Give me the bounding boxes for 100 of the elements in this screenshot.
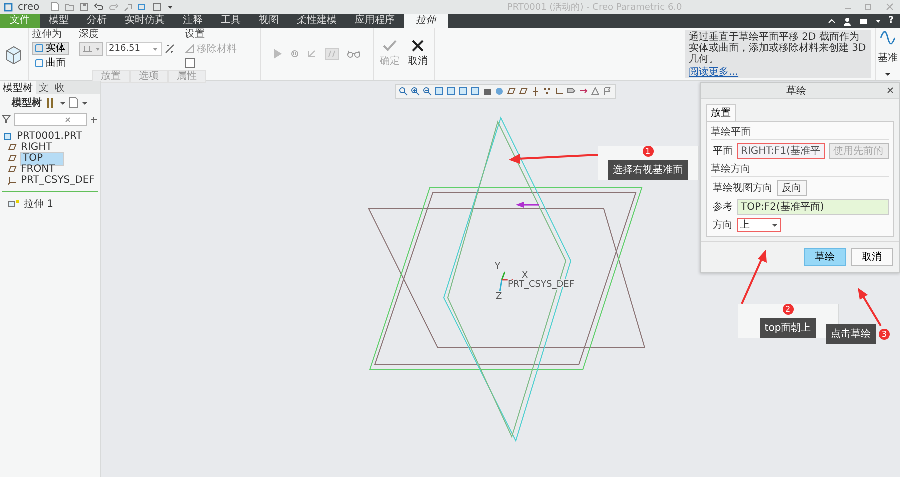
triangle-icon (185, 44, 195, 54)
extrude-type-button[interactable]: 实体 (32, 42, 69, 55)
part-icon (4, 132, 13, 141)
dialog-button[interactable]: 取消 (851, 248, 893, 266)
direction-arrow (516, 202, 539, 208)
person-icon[interactable] (842, 16, 852, 26)
new-file-icon[interactable] (50, 2, 60, 12)
checkbox[interactable] (185, 58, 195, 68)
help-button[interactable]: ? (882, 14, 896, 28)
step-badge: 2 (782, 304, 794, 315)
panel-tab[interactable]: 收 (52, 81, 68, 94)
ribbon-tab[interactable]: 分析 (78, 14, 116, 28)
field-label: 平面 (713, 145, 733, 158)
cube-outline-icon (4, 2, 13, 12)
group-label: 深度 (79, 29, 100, 40)
flip-icon[interactable] (165, 44, 175, 54)
tree-item[interactable]: PRT0001.PRT (16, 131, 84, 142)
tree-item[interactable]: 拉伸 1 (23, 196, 55, 210)
checkmark-icon (383, 40, 397, 52)
windows-icon[interactable] (138, 2, 148, 12)
folder-icon[interactable] (64, 2, 75, 12)
csys-icon (8, 176, 17, 185)
filter-icon[interactable] (2, 115, 11, 124)
caret-icon[interactable] (874, 18, 882, 24)
panel-tab[interactable]: 模型树 (0, 81, 36, 94)
caret-icon[interactable] (60, 100, 66, 106)
depth-option-icon[interactable] (79, 42, 103, 56)
read-more-link[interactable]: 阅读更多... (689, 65, 867, 79)
point-icon[interactable] (543, 87, 552, 96)
monitor-icon[interactable] (858, 16, 868, 26)
ribbon-tab[interactable]: 注释 (174, 14, 212, 28)
ribbon-tab[interactable]: 拉伸 (404, 14, 448, 28)
search-field[interactable] (14, 113, 87, 126)
pause-icon[interactable] (291, 50, 299, 58)
square-icon (35, 59, 44, 68)
collapse-icon[interactable] (828, 17, 836, 25)
depth-field[interactable]: 216.51 (106, 42, 162, 56)
tree-item[interactable]: RIGHT (20, 142, 54, 153)
direction-dropdown[interactable]: 上 (737, 218, 781, 232)
axis-label: X (522, 271, 528, 281)
tree-item[interactable]: PRT_CSYS_DEF (20, 175, 96, 186)
caret-icon (772, 222, 778, 228)
section-label: 草绘方向 (711, 162, 889, 177)
extrude-feature-icon (8, 199, 20, 208)
ribbon-tab[interactable]: 应用程序 (346, 14, 404, 28)
zoom-out-icon[interactable] (423, 87, 432, 96)
tree-item[interactable]: FRONT (20, 164, 56, 175)
ribbon-tab[interactable]: 实时仿真 (116, 14, 174, 28)
caret-icon[interactable] (885, 72, 891, 77)
caret-icon (152, 46, 159, 52)
tree-item[interactable]: TOP (20, 152, 64, 166)
document-icon[interactable] (69, 97, 79, 109)
sphere-icon[interactable] (495, 87, 504, 96)
save-icon[interactable] (80, 2, 89, 12)
extrude-type-button[interactable]: 曲面 (32, 57, 69, 70)
glasses-icon[interactable] (347, 50, 361, 58)
flip-button[interactable]: 反向 (777, 180, 807, 196)
section-label: 草绘平面 (711, 125, 889, 140)
axis-icon[interactable] (531, 87, 540, 96)
plane-field[interactable]: RIGHT:F1(基准平 (737, 143, 825, 159)
callout-label: top面朝上 (760, 318, 816, 338)
help-text: 通过垂直于草绘平面平移 2D 截面作为实体或曲面，添加或移除材料来创建 3D 几何。 (689, 32, 867, 65)
step-badge: 1 (642, 146, 654, 157)
callout-label: 选择右视基准面 (608, 160, 688, 180)
dialog-button[interactable]: 草绘 (804, 248, 846, 266)
ribbon-tab[interactable]: 工具 (212, 14, 250, 28)
plus-icon[interactable] (90, 116, 98, 124)
group-label: 设置 (185, 29, 206, 40)
axis-label: Y (495, 262, 500, 272)
pointer-arrow (858, 288, 882, 327)
flag-icon[interactable] (603, 87, 612, 96)
group-label: 拉伸为 (32, 29, 63, 40)
clear-icon[interactable] (65, 116, 71, 122)
caret-icon[interactable] (166, 4, 174, 10)
field-label: 方向 (713, 218, 733, 232)
caret-icon[interactable] (82, 100, 88, 106)
dialog-title: 草绘 (786, 84, 806, 98)
tag-icon[interactable] (567, 87, 576, 96)
ribbon-tab[interactable]: 视图 (250, 14, 288, 28)
undo-icon[interactable] (94, 2, 104, 12)
step-badge: 3 (879, 328, 890, 340)
app-logo: creo (18, 2, 40, 12)
dialog-tab[interactable]: 放置 (706, 104, 736, 121)
datum-label[interactable]: 基准 (878, 51, 898, 66)
ribbon-tab[interactable]: 柔性建模 (288, 14, 346, 28)
square-icon (35, 44, 44, 53)
panel-tab[interactable]: 文 (36, 81, 52, 94)
model-tree-label: 模型树 (12, 96, 42, 110)
reference-field[interactable]: TOP:F2(基准平面) (737, 199, 889, 215)
zoom-in-icon[interactable] (411, 87, 420, 96)
cube-icon (4, 44, 24, 64)
datum-curve-icon[interactable] (880, 31, 896, 46)
field-label: 草绘视图方向 (713, 182, 773, 195)
action-button[interactable]: 取消 (406, 40, 430, 68)
close-icon[interactable] (887, 87, 894, 94)
ribbon-tab[interactable]: 模型 (40, 14, 78, 28)
csys-icon[interactable] (555, 87, 564, 96)
triangle-icon[interactable] (591, 87, 600, 96)
field-label: 参考 (713, 200, 733, 214)
magnifier-icon[interactable] (399, 87, 408, 96)
